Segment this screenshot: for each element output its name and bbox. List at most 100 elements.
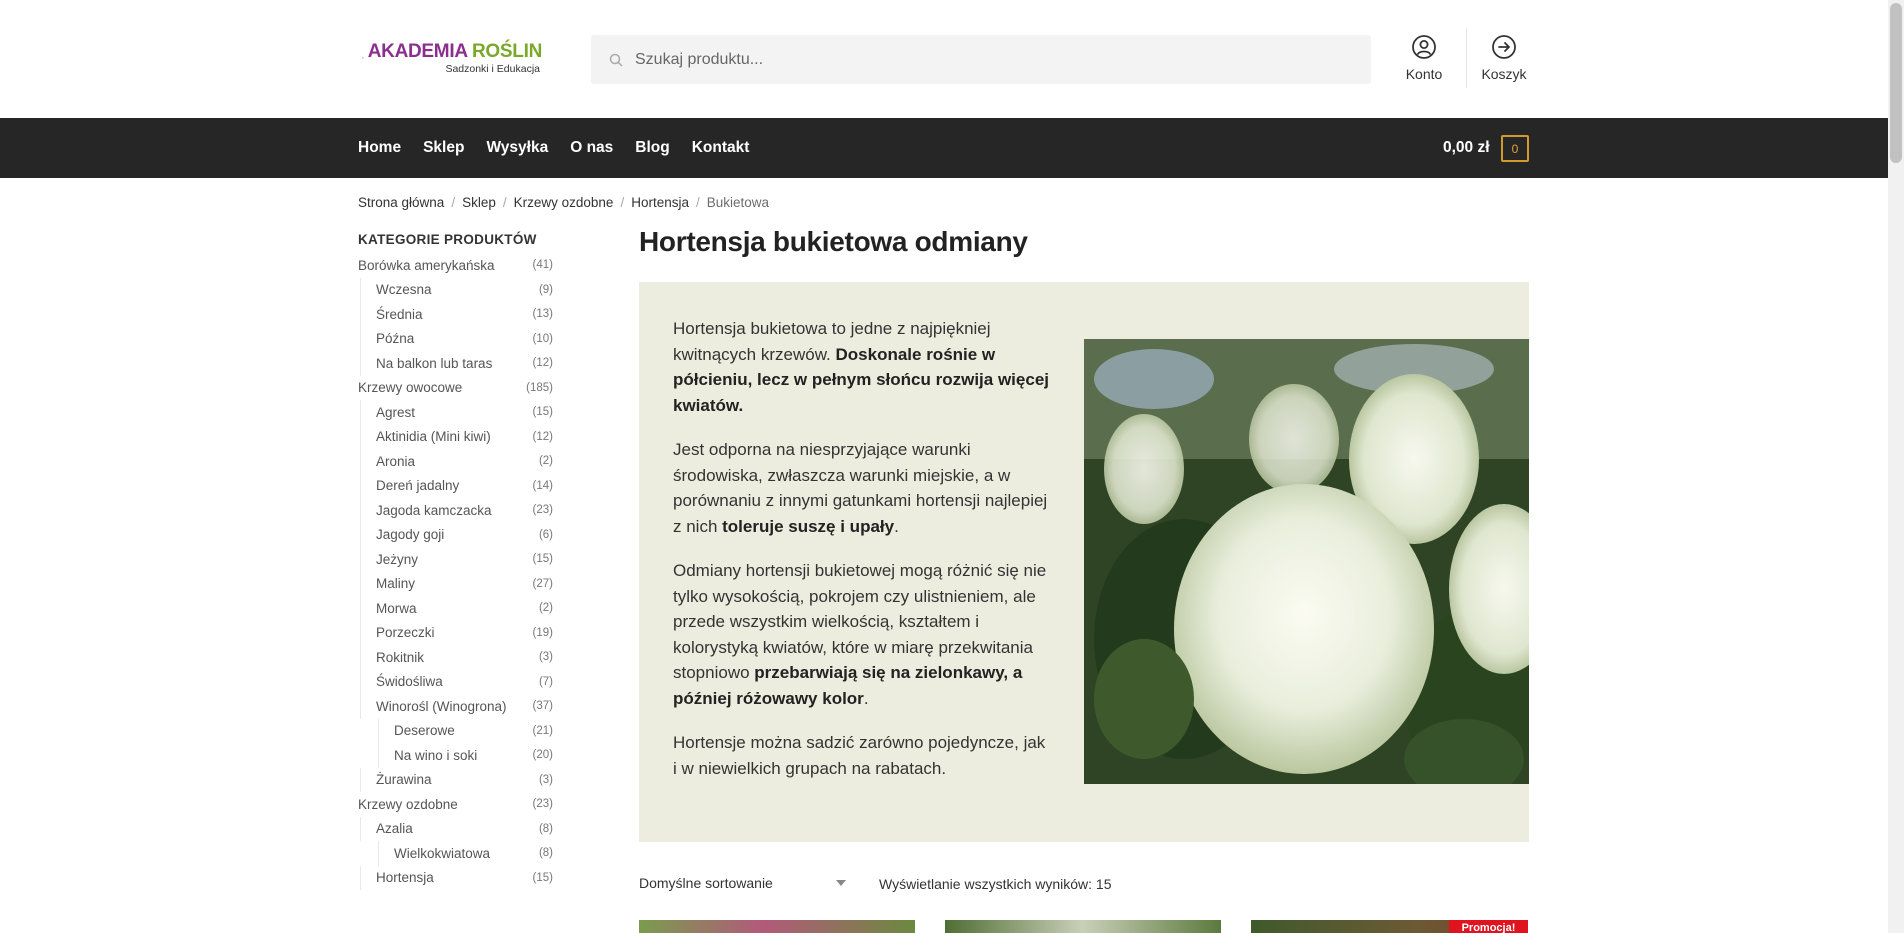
category-item[interactable]: Winorośl (Winogrona) (37) [358,694,553,719]
header-divider [1466,28,1467,88]
main-navigation: Home Sklep Wysyłka O nas Blog Kontakt 0,… [0,118,1888,178]
category-item[interactable]: Aronia (2) [358,449,553,474]
category-item[interactable]: Na wino i soki (20) [358,743,553,768]
results-count: Wyświetlanie wszystkich wyników: 15 [879,876,1112,892]
category-label: Jeżyny [376,551,419,567]
category-count: (12) [532,430,553,443]
category-count: (3) [538,651,553,664]
logo-title-part2: ROŚLIN [472,40,542,62]
category-item[interactable]: Deserowe (21) [358,718,553,744]
category-label: Świdośliwa [376,674,443,690]
category-description: Hortensja bukietowa to jedne z najpiękni… [639,282,1529,842]
category-item[interactable]: Morwa (2) [358,596,553,621]
category-count: (12) [532,357,553,370]
description-paragraph: Jest odporna na niesprzyjające warunki ś… [673,437,1053,539]
category-item[interactable]: Dereń jadalny (14) [358,473,553,499]
category-count: (2) [538,455,553,468]
category-count: (37) [532,700,553,713]
category-item[interactable]: Jagoda kamczacka (23) [358,498,553,523]
sort-dropdown[interactable]: Domyślne sortowanie [639,875,854,891]
category-item[interactable]: Hortensja (15) [358,865,553,891]
description-paragraph: Hortensje można sadzić zarówno pojedyncz… [673,730,1053,781]
category-item[interactable]: Azalia (8) [358,816,553,842]
logo-subtitle: Sadzonki i Edukacja [445,62,540,75]
category-count: (8) [538,847,553,860]
category-label: Krzewy owocowe [358,380,463,396]
search-input[interactable] [635,50,1335,69]
category-item[interactable]: Aktinidia (Mini kiwi) (12) [358,424,553,450]
nav-shop[interactable]: Sklep [423,139,464,157]
logo-leaf-icon [362,57,364,59]
breadcrumb-ornamental[interactable]: Krzewy ozdobne [514,195,614,210]
category-item[interactable]: Rokitnik (3) [358,645,553,670]
category-label: Rokitnik [376,649,425,665]
breadcrumb-home[interactable]: Strona główna [358,195,444,210]
category-label: Żurawina [376,772,432,788]
nav-blog[interactable]: Blog [635,139,669,157]
category-label: Azalia [376,821,413,837]
category-count: (20) [532,749,553,762]
category-item[interactable]: Porzeczki (19) [358,620,553,646]
arrow-right-circle-icon [1492,35,1516,59]
text-span: Hortensje można sadzić zarówno pojedyncz… [673,733,1046,778]
site-logo[interactable]: AKADEMIA ROŚLIN Sadzonki i Edukacja [362,34,542,82]
nav-contact[interactable]: Kontakt [692,139,750,157]
category-count: (10) [532,332,553,345]
chevron-down-icon [836,880,846,886]
nav-shipping[interactable]: Wysyłka [486,139,548,157]
category-label: Dereń jadalny [376,478,460,494]
account-label: Konto [1405,66,1443,82]
cart-link[interactable]: Koszyk [1469,34,1539,82]
category-item[interactable]: Wielkokwiatowa (8) [358,841,553,866]
text-span: . [894,516,899,536]
breadcrumb-shop[interactable]: Sklep [462,195,496,210]
product-thumbnail[interactable] [945,920,1221,933]
site-header: AKADEMIA ROŚLIN Sadzonki i Edukacja Kont… [0,0,1888,118]
category-item[interactable]: Późna (10) [358,326,553,352]
category-count: (15) [532,406,553,419]
category-count: (6) [538,528,553,541]
category-count: (15) [532,553,553,566]
category-item[interactable]: Żurawina (3) [358,767,553,793]
category-item[interactable]: Borówka amerykańska (41) [358,253,553,278]
category-item[interactable]: Krzewy ozdobne (23) [358,792,553,817]
description-paragraph: Hortensja bukietowa to jedne z najpiękni… [673,316,1053,418]
search-bar[interactable] [591,35,1371,84]
category-label: Hortensja [376,870,434,886]
category-item[interactable]: Wczesna (9) [358,277,553,303]
category-label: Aronia [376,453,416,469]
nav-about[interactable]: O nas [570,139,613,157]
category-label: Na wino i soki [394,747,478,763]
category-label: Agrest [376,404,416,420]
user-icon [1412,35,1436,59]
breadcrumb-separator: / [451,195,456,210]
category-sidebar: KATEGORIE PRODUKTÓW Borówka amerykańska (… [358,232,553,890]
account-link[interactable]: Konto [1389,34,1459,82]
product-thumbnail[interactable] [639,920,915,933]
category-item[interactable]: Maliny (27) [358,571,553,597]
logo-title: AKADEMIA ROŚLIN [368,40,543,62]
category-count: (7) [538,675,553,688]
nav-home[interactable]: Home [358,139,401,157]
category-count: (21) [532,724,553,737]
category-label: Borówka amerykańska [358,257,495,273]
category-item[interactable]: Średnia (13) [358,302,553,327]
category-item[interactable]: Jeżyny (15) [358,547,553,572]
category-item[interactable]: Jagody goji (6) [358,522,553,548]
breadcrumb-hydrangea[interactable]: Hortensja [631,195,689,210]
category-label: Wielkokwiatowa [394,845,491,861]
category-item[interactable]: Na balkon lub taras (12) [358,351,553,376]
cart-total[interactable]: 0,00 zł [1443,139,1490,157]
sidebar-title: KATEGORIE PRODUKTÓW [358,232,537,247]
category-label: Porzeczki [376,625,435,641]
category-count: (14) [532,479,553,492]
category-item[interactable]: Krzewy owocowe (185) [358,376,553,401]
category-item[interactable]: Świdośliwa (7) [358,669,553,695]
category-label: Jagody goji [376,527,445,543]
category-count: (2) [538,602,553,615]
category-item[interactable]: Agrest (15) [358,400,553,425]
scrollbar-thumb[interactable] [1890,3,1902,163]
category-count: (13) [532,308,553,321]
cart-count-badge[interactable]: 0 [1501,135,1529,162]
bold-text: toleruje suszę i upały [722,516,895,536]
